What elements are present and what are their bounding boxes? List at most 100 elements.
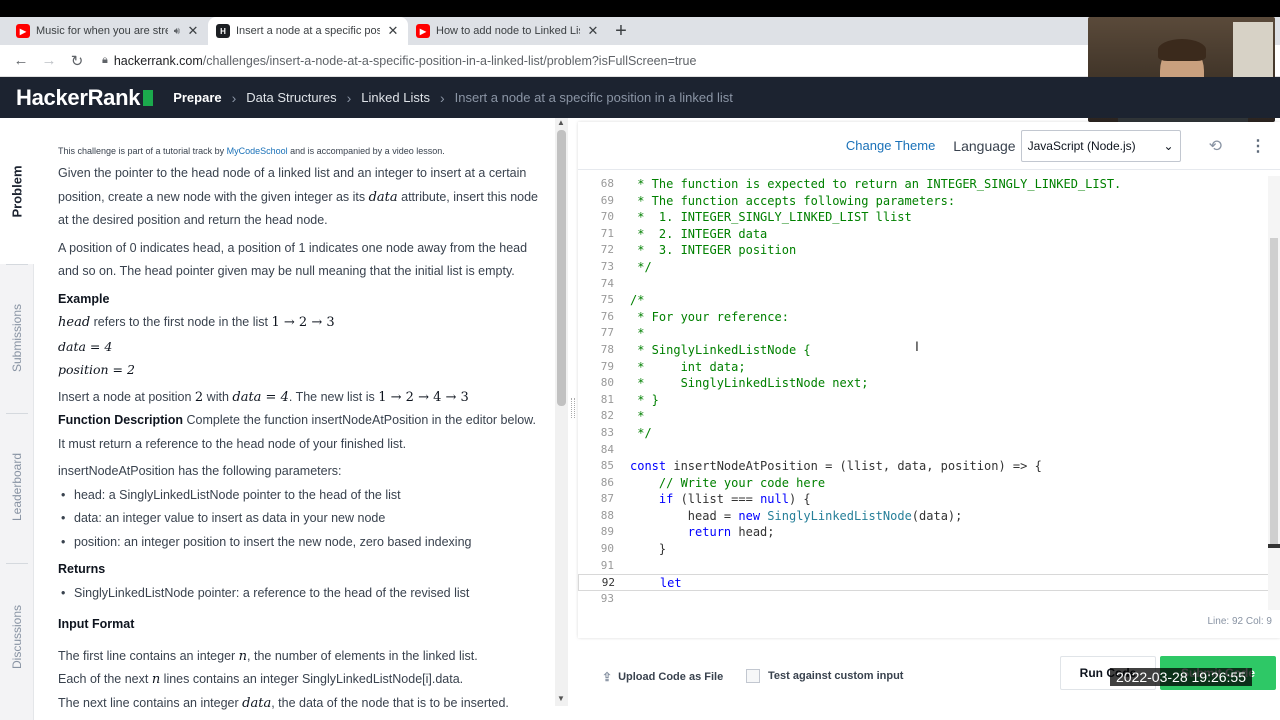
recording-timestamp: 2022-03-28 19:26:55 bbox=[1110, 668, 1252, 686]
code-line[interactable]: 92 let bbox=[578, 574, 1268, 591]
tab-leaderboard[interactable]: Leaderboard bbox=[0, 415, 34, 559]
code-line[interactable]: 84 bbox=[578, 442, 1268, 459]
browser-tab-hackerrank[interactable]: H Insert a node at a specific position ✕ bbox=[208, 17, 408, 45]
reload-icon[interactable]: ↻ bbox=[66, 50, 88, 72]
list-item: SinglyLinkedListNode pointer: a referenc… bbox=[58, 582, 544, 606]
url-field[interactable]: hackerrank.com/challenges/insert-a-node-… bbox=[114, 54, 697, 68]
code-area[interactable]: 68 * The function is expected to return … bbox=[578, 176, 1268, 610]
code-line[interactable]: 71 * 2. INTEGER data bbox=[578, 226, 1268, 243]
position-paragraph: A position of 0 indicates head, a positi… bbox=[58, 240, 528, 279]
code-line[interactable]: 88 head = new SinglyLinkedListNode (data)… bbox=[578, 508, 1268, 525]
editor-scrollbar[interactable] bbox=[1268, 176, 1280, 610]
browser-tab-linked-list-video[interactable]: ▶ How to add node to Linked List | ✕ bbox=[408, 17, 608, 45]
close-icon[interactable]: ✕ bbox=[186, 23, 200, 39]
code-line[interactable]: 76 * For your reference: bbox=[578, 309, 1268, 326]
code-line[interactable]: 79 * int data; bbox=[578, 359, 1268, 376]
code-line[interactable]: 91 bbox=[578, 558, 1268, 575]
code-line[interactable]: 72 * 3. INTEGER position bbox=[578, 242, 1268, 259]
code-token: * } bbox=[630, 392, 659, 407]
example-text: Insert a node at position bbox=[58, 389, 195, 404]
more-options-icon[interactable]: ⋮ bbox=[1250, 136, 1266, 156]
tab-problem-label: Problem bbox=[9, 164, 25, 218]
code-line[interactable]: 73 */ bbox=[578, 259, 1268, 276]
code-line[interactable]: 85 const insertNodeAtPosition = (llist, d… bbox=[578, 458, 1268, 475]
code-line[interactable]: 87 if (llist === null) { bbox=[578, 491, 1268, 508]
drag-handle-icon[interactable] bbox=[571, 398, 575, 418]
language-select[interactable]: JavaScript (Node.js) ⌄ bbox=[1020, 129, 1181, 162]
hackerrank-logo[interactable]: HackerRank bbox=[16, 85, 154, 111]
code-line[interactable]: 70 * 1. INTEGER_SINGLY_LINKED_LIST llist bbox=[578, 209, 1268, 226]
scroll-down-icon[interactable]: ▼ bbox=[557, 694, 565, 703]
code-line[interactable]: 69 * The function accepts following para… bbox=[578, 193, 1268, 210]
pane-splitter[interactable] bbox=[568, 118, 578, 720]
breadcrumb: Prepare › Data Structures › Linked Lists… bbox=[173, 90, 733, 106]
divider bbox=[6, 413, 28, 414]
speaker-icon[interactable]: 🔊︎ bbox=[174, 26, 180, 37]
code-line[interactable]: 83 */ bbox=[578, 425, 1268, 442]
side-tabs: Problem Submissions Leaderboard Discussi… bbox=[0, 118, 34, 720]
intro-prefix: This challenge is part of a tutorial tra… bbox=[58, 146, 227, 156]
back-arrow-icon[interactable]: ← bbox=[10, 50, 32, 72]
problem-scrollbar[interactable]: ▲ ▼ bbox=[555, 118, 568, 706]
input-text: , the number of elements in the linked l… bbox=[247, 648, 478, 663]
code-line[interactable]: 93 bbox=[578, 591, 1268, 608]
custom-input-checkbox[interactable]: Test against custom input bbox=[746, 669, 903, 683]
tab-submissions-label: Submissions bbox=[10, 303, 24, 373]
tab-title: Insert a node at a specific position bbox=[236, 25, 380, 37]
tab-discussions[interactable]: Discussions bbox=[0, 565, 34, 709]
line-number: 85 bbox=[600, 459, 614, 473]
forward-arrow-icon[interactable]: → bbox=[38, 50, 60, 72]
code-line[interactable]: 74 bbox=[578, 276, 1268, 293]
line-number: 91 bbox=[600, 558, 614, 572]
close-icon[interactable]: ✕ bbox=[386, 23, 400, 39]
scrollbar-thumb[interactable] bbox=[1270, 238, 1278, 548]
example-heading: Example bbox=[58, 291, 110, 306]
webcam-background bbox=[1233, 22, 1273, 82]
list-item: position: an integer position to insert … bbox=[58, 531, 544, 555]
editor-toolbar: Change Theme Language JavaScript (Node.j… bbox=[578, 122, 1280, 170]
code-line[interactable]: 90 } bbox=[578, 541, 1268, 558]
tab-title: Music for when you are stressed bbox=[36, 25, 168, 37]
change-theme-button[interactable]: Change Theme bbox=[846, 138, 935, 153]
divider bbox=[6, 264, 28, 265]
youtube-icon: ▶ bbox=[416, 24, 430, 38]
code-line[interactable]: 68 * The function is expected to return … bbox=[578, 176, 1268, 193]
code-line[interactable]: 82 * bbox=[578, 408, 1268, 425]
tab-problem[interactable]: Problem bbox=[0, 118, 34, 264]
breadcrumb-data-structures[interactable]: Data Structures bbox=[246, 90, 336, 105]
line-number: 93 bbox=[600, 591, 614, 605]
line-number: 69 bbox=[600, 193, 614, 207]
breadcrumb-linked-lists[interactable]: Linked Lists bbox=[361, 90, 430, 105]
function-description: Function Description Complete the functi… bbox=[58, 409, 544, 456]
scroll-up-icon[interactable]: ▲ bbox=[557, 118, 565, 127]
code-token: } bbox=[630, 542, 667, 557]
chevron-right-icon: › bbox=[346, 89, 352, 106]
history-icon[interactable]: ⟲ bbox=[1209, 136, 1222, 156]
example-text: . The new list is bbox=[288, 389, 379, 404]
scrollbar-thumb[interactable] bbox=[557, 130, 566, 406]
code-line[interactable]: 80 * SinglyLinkedListNode next; bbox=[578, 375, 1268, 392]
checkbox[interactable] bbox=[746, 669, 760, 683]
code-line[interactable]: 86 // Write your code here bbox=[578, 475, 1268, 492]
browser-tab-music[interactable]: ▶ Music for when you are stressed 🔊︎ ✕ bbox=[8, 17, 208, 45]
code-line[interactable]: 75 /* bbox=[578, 292, 1268, 309]
breadcrumb-prepare[interactable]: Prepare bbox=[173, 90, 221, 105]
code-line[interactable]: 78 * SinglyLinkedListNode { bbox=[578, 342, 1268, 359]
line-number: 77 bbox=[600, 326, 614, 340]
code-line[interactable]: 77 * bbox=[578, 325, 1268, 342]
line-number: 73 bbox=[600, 259, 614, 273]
mycodeschool-link[interactable]: MyCodeSchool bbox=[227, 146, 288, 156]
url-host: hackerrank.com bbox=[113, 53, 203, 68]
code-line[interactable]: 89 return head; bbox=[578, 524, 1268, 541]
tab-submissions[interactable]: Submissions bbox=[0, 266, 34, 410]
new-tab-icon[interactable]: + bbox=[608, 17, 634, 45]
upload-code-button[interactable]: ⇪ Upload Code as File bbox=[602, 670, 723, 684]
line-number: 68 bbox=[600, 177, 614, 190]
list-item: head: a SinglyLinkedListNode pointer to … bbox=[58, 484, 544, 508]
problem-statement: This challenge is part of a tutorial tra… bbox=[34, 118, 554, 720]
code-line[interactable]: 81 * } bbox=[578, 392, 1268, 409]
lock-icon[interactable]: 🔒︎ bbox=[102, 54, 108, 67]
close-icon[interactable]: ✕ bbox=[586, 23, 600, 39]
